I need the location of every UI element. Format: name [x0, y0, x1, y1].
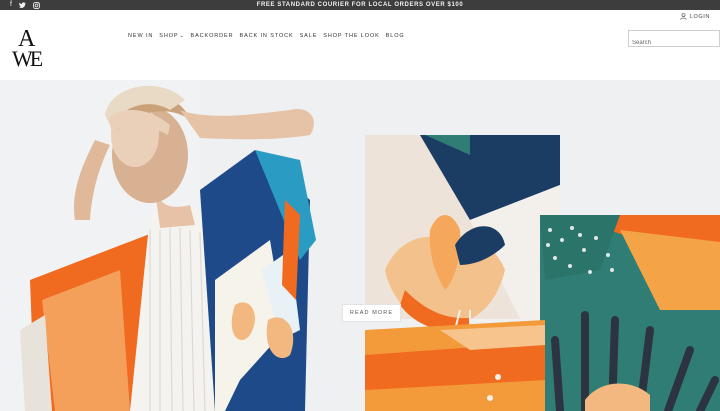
nav-item-blog[interactable]: BLOG: [386, 33, 405, 39]
nav-item-back-in-stock[interactable]: BACK IN STOCK: [240, 33, 294, 39]
nav-item-sale[interactable]: SALE: [300, 33, 318, 39]
login-label: LOGIN: [689, 13, 710, 20]
search-box: [628, 30, 720, 50]
brand-logo[interactable]: A WE: [6, 26, 50, 78]
nav-item-backorder[interactable]: BACKORDER: [191, 33, 234, 39]
promo-text: FREE STANDARD COURIER FOR LOCAL ORDERS O…: [256, 2, 464, 8]
hero-banner: READ MORE: [0, 80, 720, 411]
nav-item-new-in[interactable]: NEW IN: [128, 33, 153, 39]
search-input[interactable]: [632, 36, 718, 50]
nav-item-shop-the-look[interactable]: SHOP THE LOOK: [323, 33, 379, 39]
nav-item-shop[interactable]: SHOP⌄: [159, 33, 184, 39]
login-link[interactable]: LOGIN: [680, 13, 710, 20]
chevron-down-icon: ⌄: [179, 33, 185, 39]
logo-mark: A WE: [12, 26, 43, 71]
user-icon: [680, 13, 687, 20]
announcement-bar: f FREE STANDARD COURIER FOR LOCAL ORDERS…: [0, 0, 720, 10]
nav-item-shop-label: SHOP: [159, 33, 179, 39]
hero-image: [0, 80, 720, 411]
site-header: A WE NEW IN SHOP⌄ BACKORDER BACK IN STOC…: [0, 10, 720, 80]
main-nav: NEW IN SHOP⌄ BACKORDER BACK IN STOCK SAL…: [128, 33, 405, 39]
read-more-button[interactable]: READ MORE: [342, 304, 401, 322]
